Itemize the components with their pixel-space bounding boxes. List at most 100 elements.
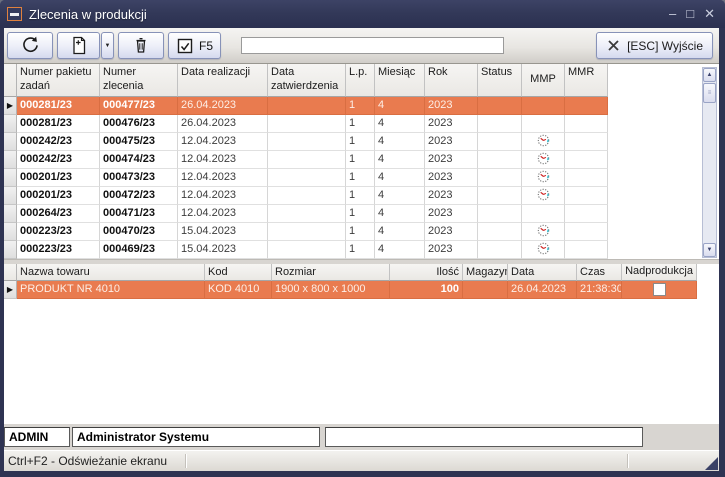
column-header[interactable]: Rozmiar	[272, 264, 390, 281]
row-selector[interactable]	[4, 187, 17, 205]
row-marker-icon: ▶	[7, 285, 13, 294]
arrow-down-icon: ▼	[707, 247, 713, 253]
cell-ilosc: 100	[390, 281, 463, 299]
column-header[interactable]: Data zatwierdzenia	[268, 64, 346, 97]
scrollbar-track[interactable]	[703, 103, 716, 243]
column-header[interactable]: Numer pakietu zadań	[17, 64, 100, 97]
cell-kod: KOD 4010	[205, 281, 272, 299]
column-header[interactable]: MMP	[522, 64, 565, 97]
exit-button-label: [ESC] Wyjście	[627, 39, 703, 53]
row-selector[interactable]	[4, 115, 17, 133]
cell	[565, 115, 608, 133]
column-header[interactable]: Kod	[205, 264, 272, 281]
nadprodukcja-checkbox[interactable]	[653, 283, 666, 296]
row-selector[interactable]: ▶	[4, 281, 17, 299]
minimize-button[interactable]: –	[669, 7, 676, 21]
cell: 000473/23	[100, 169, 178, 187]
orders-scrollbar[interactable]: ▲ ≡ ▼	[702, 67, 717, 258]
extra-field[interactable]	[325, 427, 643, 447]
row-selector[interactable]	[4, 223, 17, 241]
cell: 2023	[425, 169, 478, 187]
cell: 4	[375, 169, 425, 187]
refresh-button[interactable]	[7, 32, 53, 59]
column-header[interactable]: Ilość	[390, 264, 463, 281]
cell: 000472/23	[100, 187, 178, 205]
user-name-field[interactable]	[72, 427, 320, 447]
clock-icon	[537, 224, 550, 240]
table-row[interactable]: 000201/23000472/2312.04.2023142023	[4, 187, 608, 205]
table-row[interactable]: 000201/23000473/2312.04.2023142023	[4, 169, 608, 187]
new-order-button[interactable]	[57, 32, 100, 59]
cell: 4	[375, 115, 425, 133]
user-code-field[interactable]	[4, 427, 70, 447]
cell: 1	[346, 115, 375, 133]
table-row[interactable]: ▶ PRODUKT NR 4010 KOD 4010 1900 x 800 x …	[4, 281, 697, 299]
footer-fields	[4, 424, 719, 450]
row-selector[interactable]	[4, 133, 17, 151]
table-row[interactable]: 000281/23000476/2326.04.2023142023	[4, 115, 608, 133]
column-header[interactable]: MMR	[565, 64, 608, 97]
column-header[interactable]: Status	[478, 64, 522, 97]
row-selector[interactable]	[4, 151, 17, 169]
arrow-up-icon: ▲	[707, 72, 713, 78]
scroll-up-button[interactable]: ▲	[703, 68, 716, 82]
scrollbar-thumb[interactable]: ≡	[703, 83, 716, 103]
column-header[interactable]: Numer zlecenia	[100, 64, 178, 97]
cell: 2023	[425, 187, 478, 205]
cell: 000223/23	[17, 223, 100, 241]
resize-grip-icon[interactable]	[705, 457, 718, 470]
delete-button[interactable]	[118, 32, 164, 59]
cell: 2023	[425, 241, 478, 259]
maximize-button[interactable]: □	[686, 7, 694, 21]
cell: 2023	[425, 205, 478, 223]
column-header[interactable]: Data realizacji	[178, 64, 268, 97]
cell: 4	[375, 223, 425, 241]
table-row[interactable]: ▶000281/23000477/2326.04.2023142023	[4, 97, 608, 115]
table-row[interactable]: 000242/23000474/2312.04.2023142023	[4, 151, 608, 169]
cell: 000470/23	[100, 223, 178, 241]
column-header[interactable]: Nadprodukcja	[622, 264, 697, 281]
window-border	[4, 471, 719, 477]
column-header[interactable]: Nazwa towaru	[17, 264, 205, 281]
row-selector[interactable]: ▶	[4, 97, 17, 115]
cell-rozmiar: 1900 x 800 x 1000	[272, 281, 390, 299]
close-button[interactable]: ✕	[704, 7, 715, 21]
cell: 4	[375, 187, 425, 205]
column-header[interactable]: Data	[508, 264, 577, 281]
column-header[interactable]: Miesiąc	[375, 64, 425, 97]
status-bar: Ctrl+F2 - Odświeżanie ekranu	[4, 450, 719, 471]
table-row[interactable]: 000264/23000471/2312.04.2023142023	[4, 205, 608, 223]
cell: 2023	[425, 133, 478, 151]
filter-input[interactable]	[241, 37, 504, 54]
row-selector[interactable]	[4, 169, 17, 187]
scroll-down-button[interactable]: ▼	[703, 243, 716, 257]
confirm-f5-button[interactable]: F5	[168, 32, 221, 59]
exit-button[interactable]: [ESC] Wyjście	[596, 32, 713, 59]
header-selector-cell	[4, 264, 17, 281]
column-header[interactable]: L.p.	[346, 64, 375, 97]
cell: 26.04.2023	[178, 115, 268, 133]
column-header[interactable]: Czas	[577, 264, 622, 281]
header-selector-cell	[4, 64, 17, 97]
clock-icon	[537, 152, 550, 168]
orders-header-row: Numer pakietu zadań Numer zlecenia Data …	[4, 64, 608, 97]
column-header[interactable]: Magazyn	[463, 264, 508, 281]
table-row[interactable]: 000242/23000475/2312.04.2023142023	[4, 133, 608, 151]
cell	[268, 115, 346, 133]
orders-table: Numer pakietu zadań Numer zlecenia Data …	[4, 64, 608, 259]
cell	[522, 151, 565, 169]
main-area: Numer pakietu zadań Numer zlecenia Data …	[4, 64, 719, 424]
row-selector[interactable]	[4, 205, 17, 223]
cell: 12.04.2023	[178, 169, 268, 187]
row-selector[interactable]	[4, 241, 17, 259]
column-header[interactable]: Rok	[425, 64, 478, 97]
cell	[478, 133, 522, 151]
cell: 26.04.2023	[178, 97, 268, 115]
table-row[interactable]: 000223/23000469/2315.04.2023142023	[4, 241, 608, 259]
table-row[interactable]: 000223/23000470/2315.04.2023142023	[4, 223, 608, 241]
new-order-dropdown-button[interactable]: ▼	[101, 32, 114, 59]
clock-icon	[537, 134, 550, 150]
grip-icon: ≡	[708, 90, 712, 96]
cell: 1	[346, 223, 375, 241]
cell-nadprodukcja	[622, 281, 697, 299]
